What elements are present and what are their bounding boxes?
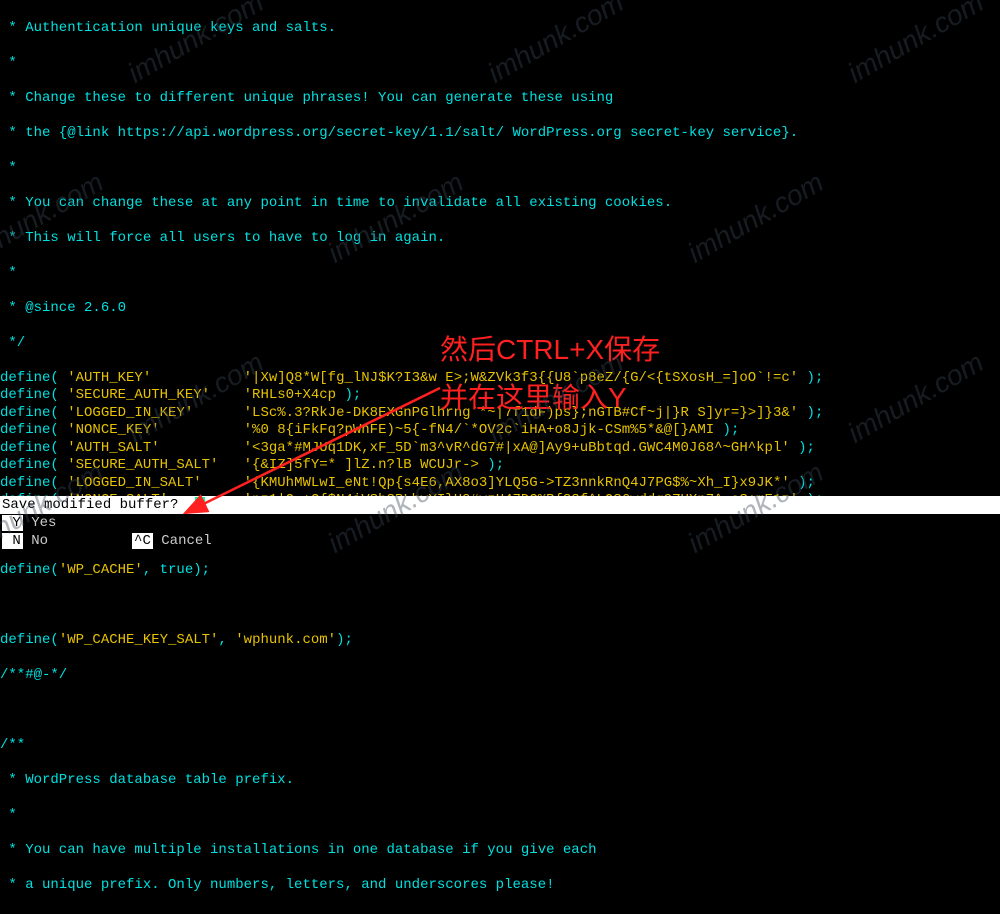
define-line: define( 'AUTH_SALT' '<3ga*#MJUq1DK,xF_5D… — [0, 440, 1000, 458]
define-line: define( 'SECURE_AUTH_SALT' '{&IZ]5fY=* ]… — [0, 457, 1000, 475]
code-comment: /** — [0, 737, 1000, 755]
marker-comment: /**#@-*/ — [0, 667, 1000, 685]
code-comment: * You can change these at any point in t… — [0, 195, 1000, 213]
blank-line — [0, 702, 1000, 720]
option-no[interactable]: N No — [2, 533, 48, 549]
code-comment: * Change these to different unique phras… — [0, 90, 1000, 108]
cursor — [195, 497, 205, 512]
code-comment: * This will force all users to have to l… — [0, 230, 1000, 248]
code-comment: * — [0, 160, 1000, 178]
define-wp-cache-salt: define('WP_CACHE_KEY_SALT', 'wphunk.com'… — [0, 632, 1000, 650]
blank-line — [0, 597, 1000, 615]
define-wp-cache: define('WP_CACHE', true); — [0, 562, 1000, 580]
annotation-input-y: 并在这里输入Y — [440, 380, 627, 415]
nano-options: Y Yes N No ^C Cancel — [0, 514, 1000, 551]
option-yes[interactable]: Y Yes — [2, 515, 998, 533]
code-comment: * — [0, 807, 1000, 825]
define-line: define( 'NONCE_KEY' '%0 8{iFkFq?pWnFE)~5… — [0, 422, 1000, 440]
code-comment: * You can have multiple installations in… — [0, 842, 1000, 860]
code-comment: * a unique prefix. Only numbers, letters… — [0, 877, 1000, 895]
code-comment: * — [0, 55, 1000, 73]
annotation-ctrl-x: 然后CTRL+X保存 — [440, 332, 660, 367]
define-line: define( 'LOGGED_IN_SALT' '{KMUhMWLwI_eNt… — [0, 475, 1000, 493]
code-comment: * Authentication unique keys and salts. — [0, 20, 1000, 38]
terminal-output: * Authentication unique keys and salts. … — [0, 0, 1000, 914]
save-prompt: Save modified buffer? — [2, 498, 195, 514]
option-cancel[interactable]: ^C Cancel — [132, 533, 212, 549]
code-comment: * — [0, 265, 1000, 283]
code-comment: * @since 2.6.0 — [0, 300, 1000, 318]
code-comment: * the {@link https://api.wordpress.org/s… — [0, 125, 1000, 143]
code-comment: * WordPress database table prefix. — [0, 772, 1000, 790]
